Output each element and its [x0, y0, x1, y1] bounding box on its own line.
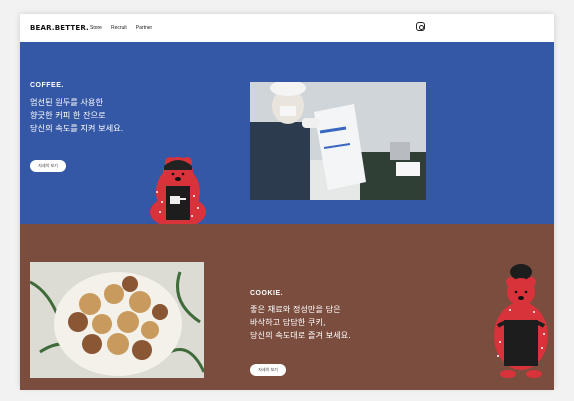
- coffee-line-2: 향긋한 커피 한 잔으로: [30, 110, 106, 120]
- cookie-more-button[interactable]: 자세히 보기: [250, 364, 286, 376]
- coffee-section: COFFEE. 엄선된 원두를 사용한 향긋한 커피 한 잔으로 당신의 속도를…: [20, 42, 554, 224]
- cookie-photo: [30, 262, 204, 378]
- bear-barista-illustration: [150, 157, 206, 224]
- nav-menu: Store Recruit Partner: [90, 25, 152, 31]
- cookie-line-2: 바삭하고 담담한 쿠키,: [250, 317, 326, 327]
- cookie-line-3: 당신의 속도대로 즐겨 보세요.: [250, 330, 351, 340]
- barista-pouring-photo: [250, 82, 426, 200]
- cookie-section: COOKIE. 좋은 재료와 정성만을 담은 바삭하고 담담한 쿠키, 당신의 …: [20, 224, 554, 390]
- coffee-photo: [250, 82, 426, 200]
- coffee-description: 엄선된 원두를 사용한 향긋한 커피 한 잔으로 당신의 속도를 지켜 보세요.: [30, 96, 123, 135]
- nav-item-store[interactable]: Store: [90, 25, 102, 31]
- cookie-description: 좋은 재료와 정성만을 담은 바삭하고 담담한 쿠키, 당신의 속도대로 즐겨 …: [250, 303, 351, 342]
- coffee-line-3: 당신의 속도를 지켜 보세요.: [30, 123, 124, 133]
- coffee-more-button[interactable]: 자세히 보기: [30, 160, 66, 172]
- nav-item-recruit[interactable]: Recruit: [111, 25, 127, 31]
- top-nav: BEAR.BETTER. Store Recruit Partner: [20, 14, 554, 42]
- coffee-heading: COFFEE.: [30, 82, 64, 89]
- cookie-heading: COOKIE.: [250, 290, 284, 297]
- cookie-line-1: 좋은 재료와 정성만을 담은: [250, 304, 341, 314]
- instagram-icon[interactable]: [416, 22, 425, 31]
- cookie-plate-photo: [30, 262, 204, 378]
- brand-logo[interactable]: BEAR.BETTER.: [30, 24, 89, 32]
- coffee-line-1: 엄선된 원두를 사용한: [30, 97, 103, 107]
- page-frame: BEAR.BETTER. Store Recruit Partner COFFE…: [20, 14, 554, 390]
- nav-item-partner[interactable]: Partner: [136, 25, 152, 31]
- bear-chef-illustration: [494, 264, 548, 378]
